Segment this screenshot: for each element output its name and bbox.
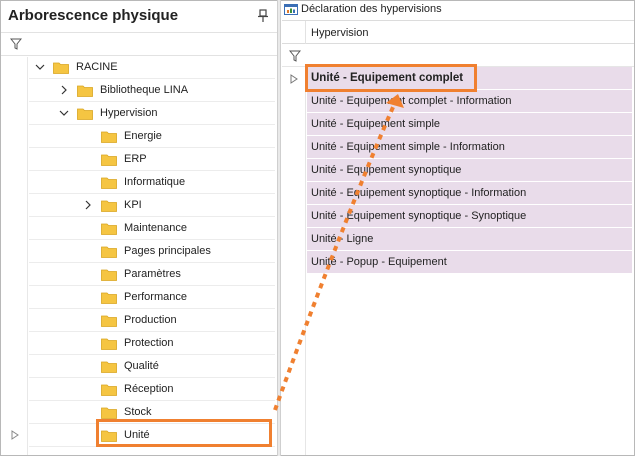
- right-panel-titlebar: Déclaration des hypervisions: [282, 1, 634, 19]
- folder-icon: [101, 361, 117, 373]
- highlight-box-target: [305, 64, 477, 92]
- tree-item-label: Protection: [124, 337, 174, 349]
- filter-icon[interactable]: [289, 50, 301, 62]
- left-gutter: [1, 57, 28, 455]
- tree-item-label: Bibliotheque LINA: [100, 84, 189, 96]
- tree-item-label: Informatique: [124, 176, 186, 188]
- table-row[interactable]: Unité - Popup - Equipement: [307, 251, 632, 274]
- chevron-right-icon[interactable]: [58, 84, 70, 96]
- folder-icon: [101, 131, 117, 143]
- tree-item[interactable]: KPI: [29, 194, 275, 217]
- tree-item[interactable]: Bibliotheque LINA: [29, 79, 275, 102]
- tree-item-label: ERP: [124, 153, 147, 165]
- table-cell-hypervision: Unité - Equipement simple: [311, 118, 441, 130]
- chevron-down-icon[interactable]: [34, 61, 46, 73]
- column-header-hypervision[interactable]: Hypervision: [311, 27, 368, 39]
- column-header[interactable]: Hypervision: [282, 20, 634, 44]
- tree-item-label: Production: [124, 314, 177, 326]
- highlight-box-source: [96, 419, 272, 447]
- tree-item[interactable]: ERP: [29, 148, 275, 171]
- tree-item[interactable]: Production: [29, 309, 275, 332]
- filter-icon[interactable]: [10, 38, 22, 50]
- right-panel-title: Déclaration des hypervisions: [301, 3, 442, 15]
- tree-item[interactable]: Paramètres: [29, 263, 275, 286]
- tree-item-label: KPI: [124, 199, 142, 211]
- pin-icon[interactable]: [257, 9, 269, 23]
- tree-item[interactable]: Réception: [29, 378, 275, 401]
- table-row[interactable]: Unité - Equipement synoptique - Synoptiq…: [307, 205, 632, 228]
- folder-icon: [53, 62, 69, 74]
- left-panel-title: Arborescence physique: [8, 7, 179, 24]
- tree-item-label: RACINE: [76, 61, 118, 73]
- tree-item[interactable]: Maintenance: [29, 217, 275, 240]
- tree-item-label: Qualité: [124, 360, 159, 372]
- table-cell-hypervision: Unité - Equipement complet - Information: [311, 95, 512, 107]
- table-cell-hypervision: Unité - Popup - Equipement: [311, 256, 447, 268]
- folder-icon: [101, 292, 117, 304]
- folder-icon: [77, 85, 93, 97]
- tree-item-label: Pages principales: [124, 245, 211, 257]
- tree-item-label: Performance: [124, 291, 187, 303]
- folder-icon: [101, 223, 117, 235]
- left-panel-header: Arborescence physique: [1, 1, 277, 31]
- tree-item-label: Réception: [124, 383, 174, 395]
- folder-icon: [101, 338, 117, 350]
- tree-item[interactable]: Pages principales: [29, 240, 275, 263]
- tree-item[interactable]: Protection: [29, 332, 275, 355]
- table-cell-hypervision: Unité - Equipement synoptique - Informat…: [311, 187, 527, 199]
- table-row[interactable]: Unité - Equipement synoptique - Informat…: [307, 182, 632, 205]
- tree-item[interactable]: Informatique: [29, 171, 275, 194]
- tree-item[interactable]: Performance: [29, 286, 275, 309]
- table-cell-hypervision: Unité - Equipement synoptique - Synoptiq…: [311, 210, 527, 222]
- tree-item[interactable]: Energie: [29, 125, 275, 148]
- column-header-gutter: [282, 21, 306, 44]
- folder-icon: [101, 177, 117, 189]
- declaration-icon: [284, 4, 298, 15]
- right-gutter: [282, 67, 306, 455]
- table-row[interactable]: Unité - Equipement simple - Information: [307, 136, 632, 159]
- panel-splitter[interactable]: [277, 0, 281, 456]
- chevron-down-icon[interactable]: [58, 107, 70, 119]
- tree-item-label: Energie: [124, 130, 162, 142]
- row-pointer-icon: [11, 430, 19, 440]
- tree-item[interactable]: Qualité: [29, 355, 275, 378]
- tree-item[interactable]: Hypervision: [29, 102, 275, 125]
- table-row[interactable]: Unité - Equipement simple: [307, 113, 632, 136]
- folder-icon: [77, 108, 93, 120]
- folder-icon: [101, 200, 117, 212]
- tree-item-label: Paramètres: [124, 268, 181, 280]
- tree-item-label: Stock: [124, 406, 152, 418]
- left-filter-row[interactable]: [1, 32, 277, 56]
- folder-icon: [101, 407, 117, 419]
- table-row[interactable]: Unité - Equipement complet - Information: [307, 90, 632, 113]
- table-cell-hypervision: Unité - Equipement simple - Information: [311, 141, 505, 153]
- table-row[interactable]: Unité - Equipement synoptique: [307, 159, 632, 182]
- folder-icon: [101, 384, 117, 396]
- left-panel: Arborescence physique RACINE Bibliotheque…: [1, 1, 277, 455]
- folder-icon: [101, 269, 117, 281]
- row-pointer-icon: [290, 74, 298, 84]
- tree-item-label: Maintenance: [124, 222, 187, 234]
- tree-item-label: Hypervision: [100, 107, 158, 119]
- table-row[interactable]: Unité - Ligne: [307, 228, 632, 251]
- folder-icon: [101, 246, 117, 258]
- folder-icon: [101, 154, 117, 166]
- tree-item[interactable]: RACINE: [29, 56, 275, 79]
- table-cell-hypervision: Unité - Ligne: [311, 233, 374, 245]
- folder-icon: [101, 315, 117, 327]
- chevron-right-icon[interactable]: [82, 199, 94, 211]
- table-cell-hypervision: Unité - Equipement synoptique: [311, 164, 462, 176]
